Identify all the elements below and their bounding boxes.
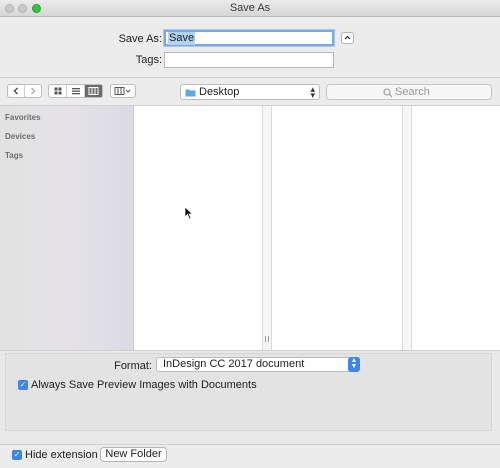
popup-arrows-icon: ▴ ▾ <box>310 84 315 100</box>
forward-icon <box>31 87 36 95</box>
icon-view-button[interactable] <box>49 85 67 97</box>
chevron-up-icon <box>344 35 351 40</box>
expand-button[interactable] <box>341 32 354 44</box>
save-panel: Save As: Save Tags: <box>0 17 500 77</box>
location-popup[interactable]: Desktop ▴ ▾ <box>180 84 320 100</box>
folder-icon <box>185 89 196 97</box>
view-mode-buttons <box>48 84 103 98</box>
hide-extension-checkbox[interactable]: ✓ <box>12 450 22 460</box>
tags-field[interactable] <box>164 52 334 68</box>
gallery-view-icon <box>114 87 131 95</box>
mouse-pointer-icon <box>184 206 194 220</box>
save-as-label: Save As: <box>118 33 162 45</box>
window-title: Save As <box>229 2 271 14</box>
file-browser-columns[interactable] <box>135 106 500 350</box>
search-icon <box>383 88 393 98</box>
resize-handle-icon[interactable] <box>265 336 269 342</box>
format-popup[interactable]: InDesign CC 2017 document ▲ ▼ <box>156 357 360 372</box>
tags-label: Tags: <box>135 54 162 66</box>
column-view-icon <box>88 87 99 95</box>
title-bar: Save As <box>0 0 500 17</box>
preview-checkbox[interactable]: ✓ <box>18 380 28 390</box>
sidebar: Favorites Devices Tags <box>0 106 134 350</box>
column-view-button[interactable] <box>85 85 102 97</box>
column-divider[interactable] <box>402 106 412 350</box>
forward-button[interactable] <box>25 85 41 97</box>
list-view-icon <box>71 88 80 95</box>
sidebar-section-tags[interactable]: Tags <box>5 151 23 160</box>
save-as-field[interactable]: Save <box>164 30 334 46</box>
search-field[interactable]: Search <box>326 84 492 100</box>
format-value: InDesign CC 2017 document <box>163 358 305 370</box>
preview-checkbox-label: Always Save Preview Images with Document… <box>31 379 257 391</box>
hide-extension-label: Hide extension <box>25 449 98 461</box>
gallery-view-button[interactable] <box>110 84 136 98</box>
back-button[interactable] <box>8 85 25 97</box>
sidebar-section-devices[interactable]: Devices <box>5 132 35 141</box>
icon-view-icon <box>54 87 61 95</box>
nav-buttons <box>7 84 42 98</box>
location-value: Desktop <box>199 86 240 98</box>
new-folder-button[interactable]: New Folder <box>100 447 167 462</box>
search-placeholder: Search <box>395 86 430 98</box>
sidebar-section-favorites[interactable]: Favorites <box>5 113 41 122</box>
checkmark-icon: ✓ <box>19 380 27 389</box>
column-divider[interactable] <box>262 106 272 350</box>
checkmark-icon: ✓ <box>13 450 21 459</box>
format-label: Format: <box>114 360 152 372</box>
back-icon <box>13 87 18 95</box>
save-as-value: Save <box>168 32 196 45</box>
popup-arrows-icon: ▲ ▼ <box>348 357 360 372</box>
list-view-button[interactable] <box>67 85 85 97</box>
